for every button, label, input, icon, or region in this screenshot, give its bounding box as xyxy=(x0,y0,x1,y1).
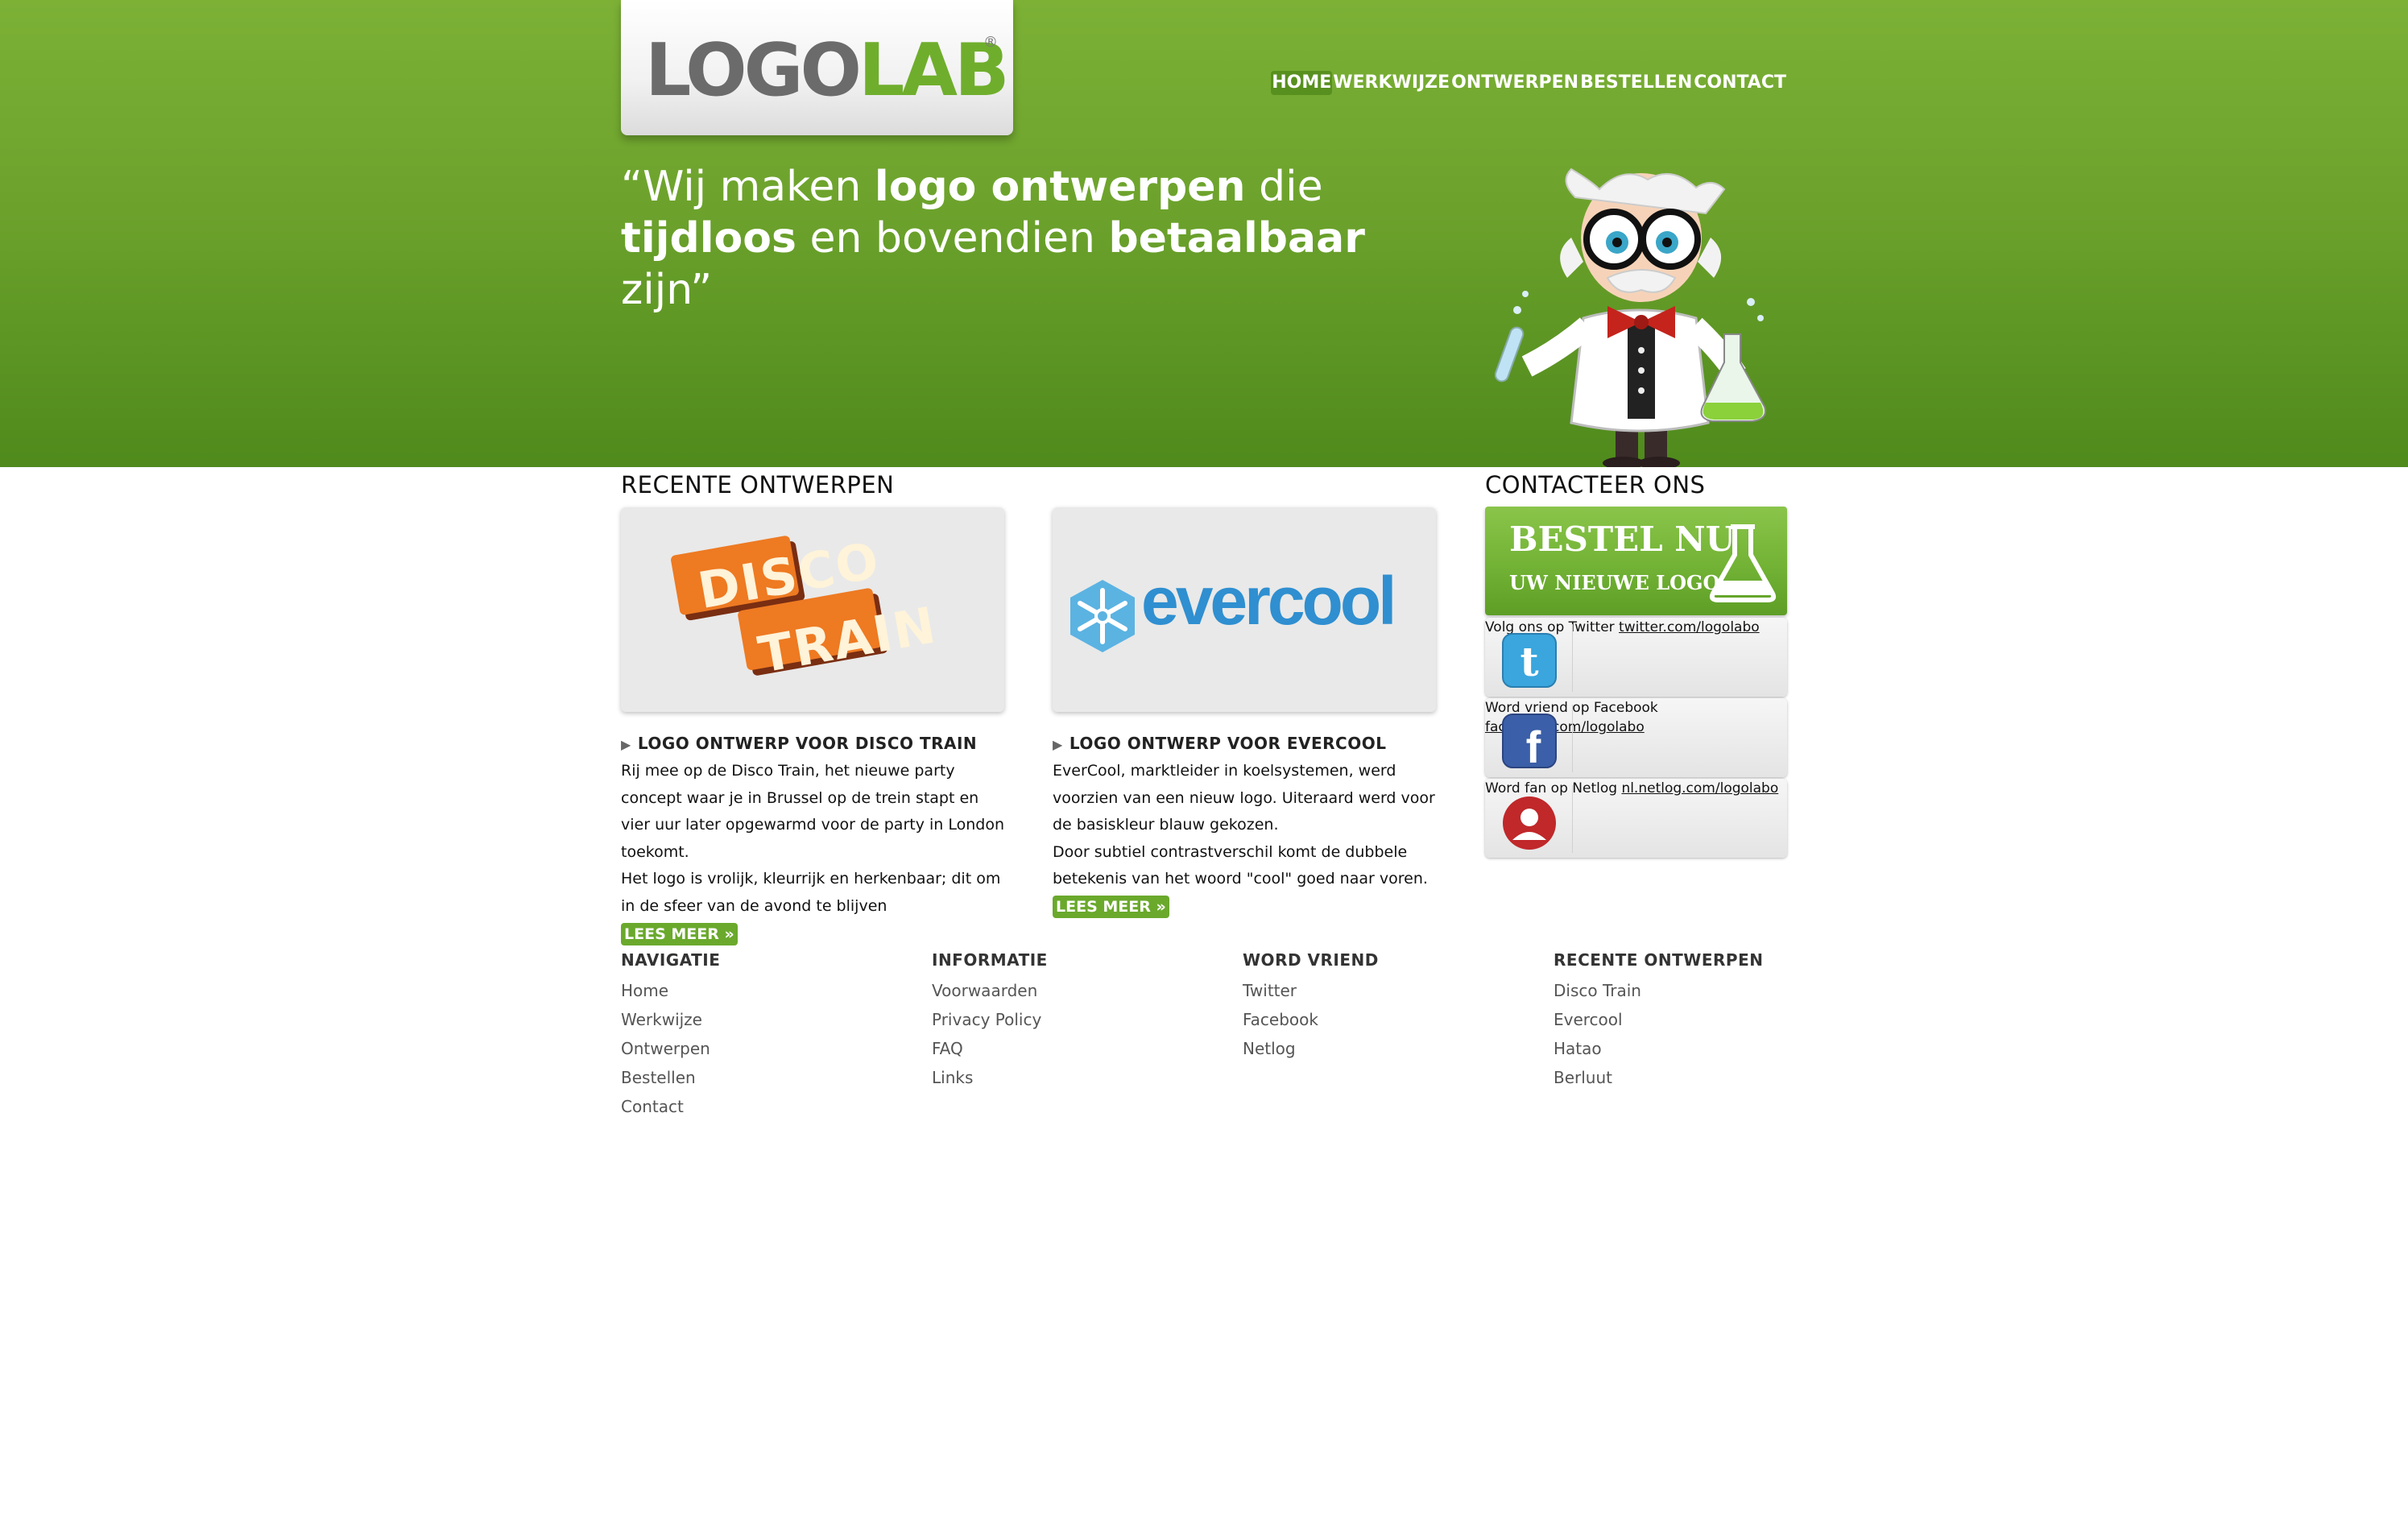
footer-link-contact[interactable]: Contact xyxy=(621,1092,911,1121)
registered-mark: ® xyxy=(983,34,998,51)
netlog-link[interactable]: nl.netlog.com/logolabo xyxy=(1621,780,1778,796)
netlog-icon[interactable] xyxy=(1501,795,1558,851)
read-more-button-disco-train[interactable]: LEES MEER » xyxy=(621,923,738,945)
project-thumbnail-disco-train[interactable]: DISCO TRAIN xyxy=(621,507,1004,712)
project-description-disco-train: Rij mee op de Disco Train, het nieuwe pa… xyxy=(621,762,1005,915)
order-now-button[interactable]: BESTEL NU UW NIEUWE LOGO xyxy=(1485,507,1787,615)
footer-link-disco-train[interactable]: Disco Train xyxy=(1554,976,1843,1005)
evercool-logo-text: evercool xyxy=(1141,563,1397,639)
site-logo[interactable]: LOGOLAB ® xyxy=(621,0,1013,135)
footer-link-home[interactable]: Home xyxy=(621,976,911,1005)
footer-link-privacy-policy[interactable]: Privacy Policy xyxy=(932,1005,1222,1034)
scientist-mascot-illustration xyxy=(1495,168,1766,467)
nav-ontwerpen[interactable]: ONTWERPEN xyxy=(1450,71,1579,95)
snowflake-icon xyxy=(1070,580,1135,652)
nav-contact[interactable]: CONTACT xyxy=(1693,71,1787,95)
nav-home[interactable]: HOME xyxy=(1271,71,1333,95)
footer-navigatie: NAVIGATIE Home Werkwijze Ontwerpen Beste… xyxy=(621,949,911,1121)
flask-icon xyxy=(1709,524,1777,602)
twitter-icon[interactable]: t xyxy=(1501,632,1558,689)
main-nav: HOME WERKWIJZE ONTWERPEN BESTELLEN CONTA… xyxy=(1271,71,1787,95)
svg-text:t: t xyxy=(1520,638,1538,685)
footer-link-twitter[interactable]: Twitter xyxy=(1243,976,1533,1005)
netlog-box[interactable]: Word fan op Netlog nl.netlog.com/logolab… xyxy=(1485,779,1787,858)
read-more-button-evercool[interactable]: LEES MEER » xyxy=(1053,896,1169,918)
netlog-label: Word fan op Netlog xyxy=(1485,780,1622,796)
footer-recente-ontwerpen: RECENTE ONTWERPEN Disco Train Evercool H… xyxy=(1554,949,1843,1092)
arrow-right-icon: ▶ xyxy=(1053,737,1063,752)
footer-link-faq[interactable]: FAQ xyxy=(932,1034,1222,1063)
project-description-evercool: EverCool, marktleider in koelsystemen, w… xyxy=(1053,762,1435,887)
footer-link-links[interactable]: Links xyxy=(932,1063,1222,1092)
footer-informatie: INFORMATIE Voorwaarden Privacy Policy FA… xyxy=(932,949,1222,1092)
page-container: LOGOLAB ® HOME WERKWIJZE ONTWERPEN BESTE… xyxy=(621,0,1787,1535)
project-thumbnail-evercool[interactable]: evercool xyxy=(1053,507,1436,712)
hero-tagline: “Wij maken logo ontwerpen die tijdloos e… xyxy=(621,163,1365,314)
footer-link-berluut[interactable]: Berluut xyxy=(1554,1063,1843,1092)
logo-text-logo: LOGO xyxy=(645,28,862,113)
footer-link-ontwerpen[interactable]: Ontwerpen xyxy=(621,1034,911,1063)
recent-designs-heading: RECENTE ONTWERPEN xyxy=(621,471,895,499)
footer-link-bestellen[interactable]: Bestellen xyxy=(621,1063,911,1092)
arrow-right-icon: ▶ xyxy=(621,737,631,752)
project-title-evercool[interactable]: ▶ LOGO ONTWERP VOOR EVERCOOL xyxy=(1053,734,1386,753)
svg-text:f: f xyxy=(1526,722,1541,769)
footer-link-hatao[interactable]: Hatao xyxy=(1554,1034,1843,1063)
twitter-link[interactable]: twitter.com/logolabo xyxy=(1619,619,1760,635)
twitter-box[interactable]: Volg ons op Twitter twitter.com/logolabo… xyxy=(1485,618,1787,697)
nav-bestellen[interactable]: BESTELLEN xyxy=(1579,71,1693,95)
facebook-icon[interactable]: f xyxy=(1501,713,1558,769)
facebook-box[interactable]: Word vriend op Facebook facebook.com/log… xyxy=(1485,698,1787,777)
contact-heading: CONTACTEER ONS xyxy=(1485,471,1706,499)
project-title-disco-train[interactable]: ▶ LOGO ONTWERP VOOR DISCO TRAIN xyxy=(621,734,977,753)
footer-link-facebook[interactable]: Facebook xyxy=(1243,1005,1533,1034)
footer-word-vriend: WORD VRIEND Twitter Facebook Netlog xyxy=(1243,949,1533,1063)
disco-train-logo-image xyxy=(671,536,888,676)
footer-link-evercool[interactable]: Evercool xyxy=(1554,1005,1843,1034)
footer-link-netlog[interactable]: Netlog xyxy=(1243,1034,1533,1063)
footer-link-werkwijze[interactable]: Werkwijze xyxy=(621,1005,911,1034)
footer-link-voorwaarden[interactable]: Voorwaarden xyxy=(932,976,1222,1005)
nav-werkwijze[interactable]: WERKWIJZE xyxy=(1332,71,1450,95)
